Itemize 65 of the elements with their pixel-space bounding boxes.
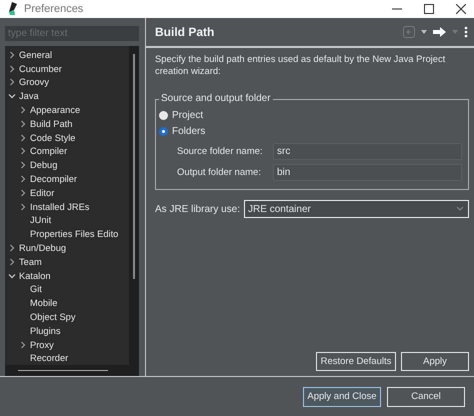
tree-item[interactable]: Properties Files Edito: [5, 227, 129, 242]
tree-item[interactable]: JUnit: [5, 214, 129, 228]
tree-item[interactable]: Team: [5, 254, 129, 269]
tree-item[interactable]: Recorder: [5, 352, 129, 366]
chevron-down-icon[interactable]: [8, 92, 16, 100]
tree-item[interactable]: Cucumber: [5, 62, 129, 76]
tree-item[interactable]: Plugins: [5, 324, 129, 338]
tree-item[interactable]: Editor: [5, 186, 129, 200]
field-label: Output folder name:: [177, 167, 262, 178]
radio-option[interactable]: Folders: [159, 123, 462, 139]
window-title: Preferences: [24, 3, 84, 15]
tree-item[interactable]: Build Path: [5, 116, 129, 131]
radio-option[interactable]: Project: [159, 107, 462, 123]
page-button[interactable]: Restore Defaults: [316, 352, 396, 371]
tree-item[interactable]: Decompiler: [5, 172, 129, 186]
tree-item[interactable]: Java: [5, 89, 129, 104]
chevron-down-icon[interactable]: [8, 272, 16, 280]
chevron-right-icon[interactable]: [19, 147, 27, 156]
tree-item[interactable]: Groovy: [5, 76, 129, 90]
more-icon[interactable]: [464, 26, 468, 38]
tree-item[interactable]: Object Spy: [5, 310, 129, 324]
page-title: Build Path: [155, 25, 214, 39]
chevron-right-icon[interactable]: [19, 202, 27, 211]
page-button[interactable]: Apply: [401, 352, 469, 371]
radio-button[interactable]: [159, 126, 168, 136]
chevron-right-icon[interactable]: [8, 258, 16, 266]
close-icon[interactable]: [456, 4, 466, 14]
tree-item[interactable]: Mobile: [5, 296, 129, 310]
scrollbar-thumb[interactable]: [133, 54, 135, 279]
tree-item[interactable]: General: [5, 48, 129, 62]
field-label: Source folder name:: [177, 146, 264, 157]
scrollbar-thumb[interactable]: [18, 370, 108, 372]
chevron-right-icon[interactable]: [19, 161, 27, 170]
tree-item[interactable]: Debug: [5, 158, 129, 172]
chevron-right-icon[interactable]: [8, 244, 16, 252]
chevron-right-icon[interactable]: [8, 78, 16, 86]
caret-icon[interactable]: [421, 30, 427, 34]
chevron-right-icon[interactable]: [19, 120, 27, 128]
chevron-right-icon[interactable]: [19, 188, 27, 197]
chevron-right-icon[interactable]: [8, 64, 16, 73]
tree-item[interactable]: Compiler: [5, 144, 129, 158]
chevron-right-icon[interactable]: [8, 50, 16, 59]
tree-item[interactable]: Run/Debug: [5, 241, 129, 255]
dialog-button[interactable]: Apply and Close: [303, 386, 381, 406]
chevron-right-icon[interactable]: [19, 134, 27, 142]
field-label: As JRE library use:: [155, 204, 240, 214]
chevron-right-icon[interactable]: [19, 340, 27, 349]
tree-item[interactable]: Appearance: [5, 103, 129, 117]
jre-dropdown[interactable]: JRE container: [244, 200, 469, 218]
tree-item[interactable]: Katalon: [5, 268, 129, 283]
chevron-right-icon[interactable]: [19, 175, 27, 184]
tree-item[interactable]: Code Style: [5, 130, 129, 145]
dialog-button[interactable]: Cancel: [387, 386, 465, 406]
chevron-right-icon[interactable]: [19, 106, 27, 114]
tree-item[interactable]: Proxy: [5, 338, 129, 352]
maximize-icon[interactable]: [424, 4, 434, 14]
app-icon: [6, 2, 18, 16]
text-field[interactable]: bin: [273, 164, 462, 181]
tree-item[interactable]: Installed JREs: [5, 200, 129, 214]
forward-icon[interactable]: [433, 27, 446, 37]
tree-item[interactable]: Git: [5, 282, 129, 296]
description: Specify the build path entries used as default by the New Java Project creation wizard:: [155, 53, 446, 77]
radio-button[interactable]: [159, 110, 168, 120]
text-field[interactable]: src: [273, 143, 462, 160]
group-title: Source and output folder: [159, 93, 273, 105]
